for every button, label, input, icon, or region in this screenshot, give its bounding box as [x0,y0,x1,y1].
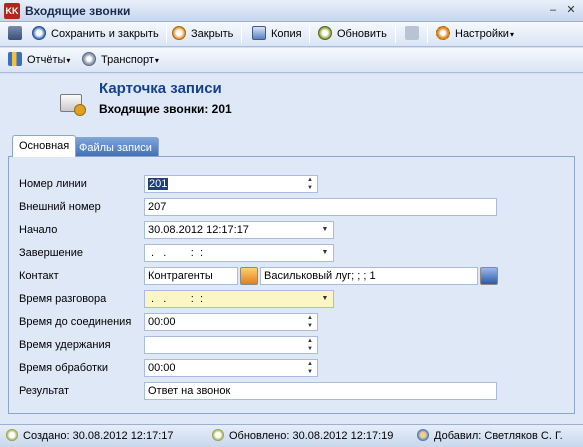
talk-time-value: . . : : [148,293,204,305]
save-close-button[interactable]: Сохранить и закрыть [32,26,159,43]
check-circle-icon [32,26,46,41]
line-number-stepper[interactable]: ▲ ▼ [303,176,317,192]
toolbar-divider [395,26,396,43]
spin-up-icon[interactable]: ▲ [303,337,317,345]
created-status: Создано: 30.08.2012 12:17:17 [6,429,174,442]
upload-button[interactable] [405,26,424,43]
time-to-connect-value: 00:00 [148,316,176,328]
line-number-value: 201 [148,178,169,190]
talk-time-input[interactable]: . . : : ▼ [144,290,334,308]
end-label: Завершение [19,247,83,259]
transport-menu[interactable]: Транспорт▾ [82,52,159,69]
toolbar-divider [166,26,167,43]
external-number-label: Внешний номер [19,201,101,213]
added-by-status: Добавил: Светляков С. Г. [417,429,563,442]
transport-gear-icon [82,52,96,67]
contact-type-input[interactable]: Контрагенты [144,267,238,285]
line-number-input[interactable]: 201 ▲ ▼ [144,175,318,193]
created-text: Создано: 30.08.2012 12:17:17 [23,430,174,442]
processing-time-label: Время обработки [19,362,108,374]
contact-select-button[interactable] [480,267,498,285]
status-bar: Создано: 30.08.2012 12:17:17 Обновлено: … [0,424,583,447]
time-to-connect-label: Время до соединения [19,316,132,328]
transport-label: Транспорт [101,54,154,66]
end-datetime-input[interactable]: . . : : ▼ [144,244,334,262]
page-title: Карточка записи [99,80,222,97]
toolbar-divider [241,26,242,43]
refresh-button[interactable]: Обновить [318,26,387,43]
up-arrow-icon [405,26,419,41]
clock-icon [212,429,224,442]
tab-record-files[interactable]: Файлы записи [72,137,159,157]
window-title: Входящие звонки [25,4,131,18]
spin-down-icon[interactable]: ▼ [303,184,317,192]
secondary-toolbar: Отчёты▾ Транспорт▾ [0,48,583,73]
toolbar-divider [309,26,310,43]
minimize-button[interactable]: – [545,3,561,19]
processing-time-stepper[interactable]: ▲ ▼ [303,360,317,376]
spin-up-icon[interactable]: ▲ [303,360,317,368]
close-window-button[interactable]: ✕ [563,3,579,19]
copy-icon [252,26,266,41]
save-icon [8,26,22,41]
copy-button[interactable]: Копия [252,26,302,43]
end-value: . . : : [148,247,204,259]
reports-icon [8,52,22,67]
line-number-label: Номер линии [19,178,87,190]
settings-button[interactable]: Настройки▾ [436,26,514,43]
start-value: 30.08.2012 12:17:17 [148,224,249,236]
talk-time-label: Время разговора [19,293,107,305]
chevron-down-icon: ▾ [154,56,159,65]
record-card-icon [60,94,86,116]
refresh-label: Обновить [337,28,387,40]
toolbar-divider [427,26,428,43]
user-icon [417,429,429,442]
start-label: Начало [19,224,58,236]
title-bar: KK Входящие звонки – ✕ [0,0,583,22]
start-datetime-input[interactable]: 30.08.2012 12:17:17 ▼ [144,221,334,239]
time-to-connect-stepper[interactable]: ▲ ▼ [303,314,317,330]
updated-text: Обновлено: 30.08.2012 12:17:19 [229,430,394,442]
clock-icon [6,429,18,442]
clock-icon [318,26,332,41]
processing-time-input[interactable]: 00:00 ▲ ▼ [144,359,318,377]
hold-time-input[interactable]: ▲ ▼ [144,336,318,354]
dropdown-arrow-icon[interactable]: ▼ [320,222,330,238]
contact-name-input[interactable]: Васильковый луг; ; ; 1 [260,267,478,285]
close-label: Закрыть [191,28,234,40]
updated-status: Обновлено: 30.08.2012 12:17:19 [212,429,394,442]
save-button[interactable] [8,26,27,43]
contact-open-button[interactable] [240,267,258,285]
chevron-down-icon: ▾ [509,30,514,39]
page-subtitle: Входящие звонки: 201 [99,102,232,116]
hold-time-stepper[interactable]: ▲ ▼ [303,337,317,353]
save-close-label: Сохранить и закрыть [51,28,159,40]
chevron-down-icon: ▾ [66,56,71,65]
main-toolbar: Сохранить и закрыть Закрыть Копия Обнови… [0,22,583,47]
copy-label: Копия [271,28,302,40]
processing-time-value: 00:00 [148,362,176,374]
reports-label: Отчёты [27,54,66,66]
spin-down-icon[interactable]: ▼ [303,322,317,330]
app-icon: KK [4,3,20,19]
result-label: Результат [19,385,70,397]
settings-label: Настройки [455,28,509,40]
dropdown-arrow-icon[interactable]: ▼ [320,245,330,261]
time-to-connect-input[interactable]: 00:00 ▲ ▼ [144,313,318,331]
external-number-input[interactable]: 207 [144,198,497,216]
dropdown-arrow-icon[interactable]: ▼ [320,291,330,307]
reports-menu[interactable]: Отчёты▾ [8,52,70,69]
close-circle-icon [172,26,186,41]
tab-main[interactable]: Основная [12,135,77,157]
spin-down-icon[interactable]: ▼ [303,368,317,376]
spin-up-icon[interactable]: ▲ [303,176,317,184]
hold-time-label: Время удержания [19,339,111,351]
spin-up-icon[interactable]: ▲ [303,314,317,322]
result-input[interactable]: Ответ на звонок [144,382,497,400]
spin-down-icon[interactable]: ▼ [303,345,317,353]
gear-icon [436,26,450,41]
added-by-text: Добавил: Светляков С. Г. [434,430,563,442]
contact-label: Контакт [19,270,59,282]
close-button[interactable]: Закрыть [172,26,233,43]
